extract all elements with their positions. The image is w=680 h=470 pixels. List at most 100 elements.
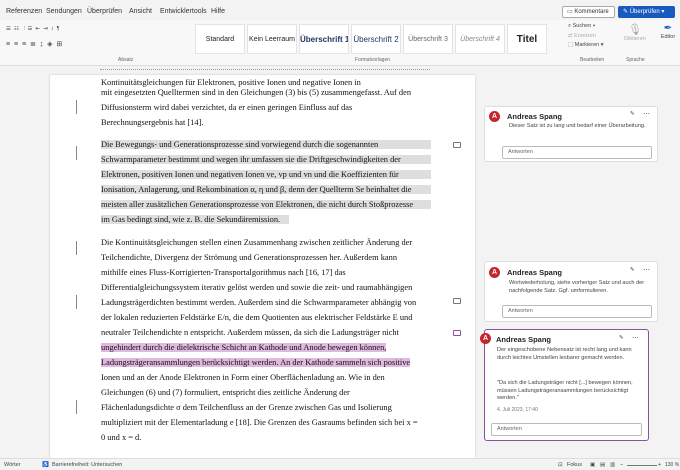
style-standard[interactable]: Standard [195, 24, 245, 54]
bearbeiten-group: ⌕ Suchen ▾ ⇄ Ersetzen ⬚ Markieren ▾ [568, 23, 618, 48]
align-left-icon[interactable]: ≡ [6, 41, 10, 48]
pilcrow-icon[interactable]: ¶ [57, 26, 60, 32]
zoom-level[interactable]: 130 % [665, 462, 679, 468]
print-layout-icon[interactable]: ▣ [590, 462, 595, 468]
microphone-icon: 🎙 [628, 24, 642, 36]
doc-line: Teilchendichte, Divergenz der Strömung u… [101, 253, 398, 262]
zoom-out-icon[interactable]: − [620, 462, 623, 468]
bullets-icon[interactable]: ☰ [6, 26, 11, 32]
reply-input[interactable]: Antworten [502, 146, 652, 159]
edit-icon[interactable]: ✎ [630, 111, 635, 117]
edit-icon[interactable]: ✎ [619, 335, 624, 341]
comment-card-2[interactable]: A Andreas Spang ✎ ⋯ Wortwiederholung, si… [484, 261, 658, 322]
doc-line: Die Kontinuitätsgleichungen stellen eine… [101, 238, 413, 247]
numbering-icon[interactable]: ☷ [14, 26, 19, 32]
comment-text: Der eingeschobene Nebensatz ist recht la… [497, 347, 632, 361]
menu-sendungen[interactable]: Sendungen [46, 8, 82, 15]
focus-icon[interactable]: ⊡ [558, 462, 563, 468]
increase-indent-icon[interactable]: ⇥ [43, 26, 48, 32]
avatar: A [489, 111, 500, 122]
style-kein-leerraum[interactable]: Kein Leerraum [247, 24, 297, 54]
editor-button[interactable]: ✒ Editor [656, 23, 680, 40]
zoom-slider[interactable] [627, 465, 657, 466]
menu-bar: Referenzen Sendungen Überprüfen Ansicht … [0, 0, 680, 20]
ersetzen-button[interactable]: ⇄ Ersetzen [568, 33, 618, 39]
style-ueberschrift-3[interactable]: Überschrift 3 [403, 24, 453, 54]
read-mode-icon[interactable]: ▤ [600, 462, 605, 468]
ruler-scale [100, 69, 430, 73]
reply-input[interactable]: Antworten [491, 423, 642, 436]
outline-icon[interactable]: ⋮☰ [22, 26, 32, 32]
document-page[interactable] [50, 75, 475, 458]
menu-entwicklertools[interactable]: Entwicklertools [160, 8, 207, 15]
doc-line-commented: Schwarmparameter bestimmt und wegen ihr … [101, 155, 431, 164]
doc-line-commented-active: ungehindert durch die dielektrische Schi… [101, 343, 387, 352]
style-ueberschrift-2[interactable]: Überschrift 2 [351, 24, 401, 54]
style-titel[interactable]: Titel [507, 24, 547, 54]
group-label-formatvorlagen: Formatvorlagen [355, 57, 391, 63]
line-spacing-icon[interactable]: ↨ [40, 41, 44, 48]
comment-marker-icon[interactable] [453, 142, 461, 148]
menu-ansicht[interactable]: Ansicht [129, 8, 152, 15]
accessibility-icon[interactable]: ♿ [42, 462, 49, 468]
doc-line: der lokalen reduzierten Feldstärke E/n, … [101, 313, 413, 322]
focus-button[interactable]: Fokus [567, 462, 582, 468]
review-icon: ✎ [623, 9, 630, 15]
comment-card-1[interactable]: A Andreas Spang ✎ ⋯ Dieser Satz ist zu l… [484, 106, 658, 162]
diktieren-button[interactable]: 🎙 Diktieren [623, 23, 647, 42]
align-center-icon[interactable]: ≡ [14, 41, 18, 48]
doc-line: Flächenladungsdichte σ dem Teilchenfluss… [101, 403, 392, 412]
more-options-icon[interactable]: ⋯ [643, 110, 650, 118]
status-bar: Wörter ♿ Barrierefreiheit: Untersuchen ⊡… [0, 458, 680, 470]
ueberpruefen-button[interactable]: ✎ Überprüfen ▾ [618, 6, 675, 18]
sort-icon[interactable]: ↕ [51, 26, 54, 32]
justify-icon[interactable]: ≣ [30, 41, 36, 48]
comment-marker-icon[interactable] [453, 298, 461, 304]
markieren-button[interactable]: ⬚ Markieren ▾ [568, 42, 618, 48]
doc-line-commented: Elektronen, positiven Ionen und negative… [101, 170, 431, 179]
doc-line-commented: Die Bewegungs- und Generationsprozesse s… [101, 140, 431, 149]
accessibility-status[interactable]: Barrierefreiheit: Untersuchen [52, 462, 122, 468]
replace-icon: ⇄ [568, 33, 573, 39]
avatar: A [489, 267, 500, 278]
doc-line: Ladungsträgerdichten bestimmt werden. Au… [101, 298, 417, 307]
edit-icon[interactable]: ✎ [630, 267, 635, 273]
change-bar [76, 146, 77, 160]
doc-line: neutraler Teilchendichte n entspricht. A… [101, 328, 399, 337]
doc-line: Gleichungen (6) und (7) formuliert, ents… [101, 388, 350, 397]
style-ueberschrift-1[interactable]: Überschrift 1 [299, 24, 349, 54]
kommentare-button[interactable]: ▭ Kommentare [562, 6, 615, 18]
decrease-indent-icon[interactable]: ⇤ [36, 26, 41, 32]
suchen-button[interactable]: ⌕ Suchen ▾ [568, 23, 618, 30]
align-right-icon[interactable]: ≡ [22, 41, 26, 48]
web-layout-icon[interactable]: ▥ [610, 462, 615, 468]
doc-line-commented: im Gas bedingt sind, wie z. B. die Sekun… [101, 215, 289, 224]
avatar: A [480, 333, 491, 344]
comment-author: Andreas Spang [507, 112, 563, 121]
doc-line: Kontinuitätsgleichungen für Elektronen, … [101, 78, 361, 87]
doc-line: 0 und x = d. [101, 433, 142, 442]
style-ueberschrift-4[interactable]: Überschrift 4 [455, 24, 505, 54]
chevron-down-icon: ▾ [659, 9, 665, 15]
zoom-in-icon[interactable]: + [658, 462, 661, 468]
doc-line: mit eingesetzten Quelltermen sind in den… [101, 88, 412, 97]
comment-card-3-active[interactable]: A Andreas Spang ✎ ⋯ Der eingeschobene Ne… [480, 329, 649, 441]
comment-marker-active-icon[interactable] [453, 330, 461, 336]
more-options-icon[interactable]: ⋯ [643, 266, 650, 274]
shading-icon[interactable]: ◈ [47, 41, 52, 48]
reply-input[interactable]: Antworten [502, 305, 652, 318]
more-options-icon[interactable]: ⋯ [632, 334, 639, 342]
menu-referenzen[interactable]: Referenzen [6, 8, 42, 15]
doc-line: Differentialgleichungssystem iterativ ge… [101, 283, 413, 292]
doc-line-commented-active: Ladungsträgeransammlungen berücksichtigt… [101, 358, 411, 367]
comment-text: Dieser Satz ist zu lang und bedarf einer… [509, 123, 646, 129]
doc-line: Ionen und an der Anode Elektronen in For… [101, 373, 385, 382]
menu-ueberpruefen[interactable]: Überprüfen [87, 8, 122, 15]
borders-icon[interactable]: ⊞ [56, 41, 62, 48]
ribbon: ☰ ☷ ⋮☰ ⇤ ⇥ ↕ ¶ ≡ ≡ ≡ ≣ ↨ ◈ ⊞ Absatz Stan… [0, 20, 680, 66]
horizontal-ruler[interactable] [0, 66, 680, 75]
menu-hilfe[interactable]: Hilfe [211, 8, 225, 15]
word-count[interactable]: Wörter [4, 462, 21, 468]
comment-author: Andreas Spang [507, 268, 563, 277]
comment-quote: "Da sich die Ladungsträger nicht [...] b… [497, 380, 633, 402]
